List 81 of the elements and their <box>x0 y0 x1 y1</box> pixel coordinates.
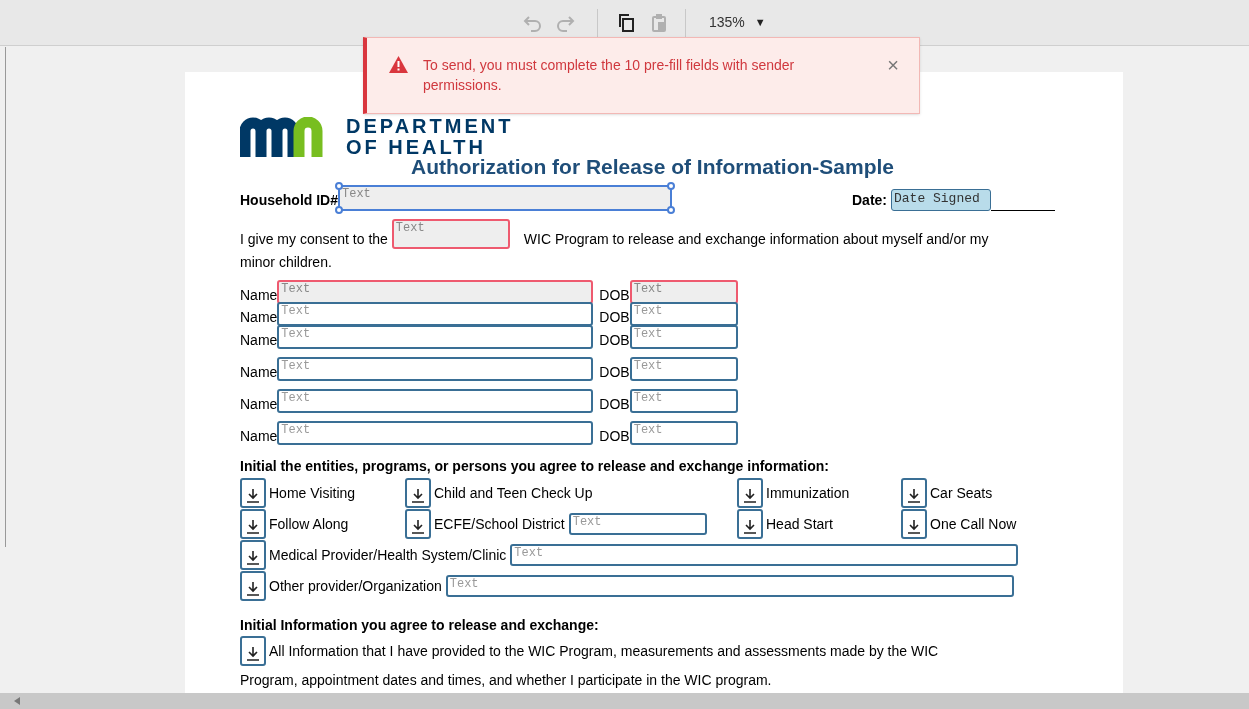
field-label: Name <box>240 286 278 304</box>
download-arrow-icon <box>246 646 260 662</box>
initial-field[interactable] <box>737 478 763 508</box>
section-heading: Initial the entities, programs, or persons you agree to release and exchange information: <box>240 458 829 474</box>
field-label: DOB <box>599 308 630 326</box>
warning-icon <box>389 56 408 73</box>
initial-field[interactable] <box>240 540 266 570</box>
initial-field[interactable] <box>405 478 431 508</box>
info-item-text: All Information that I have provided to the WIC Program, measurements and assessments made by the WIC <box>269 641 939 661</box>
text-field[interactable]: Text <box>629 357 738 381</box>
field-label: DOB <box>599 395 630 413</box>
entity-label: Immunization <box>766 483 850 503</box>
horizontal-scrollbar[interactable] <box>0 693 1249 709</box>
entity-label: Child and Teen Check Up <box>434 483 593 503</box>
consent-text: WIC Program to release and exchange information about myself and/or my <box>523 230 989 249</box>
text-field[interactable]: Text <box>445 575 1014 597</box>
initial-field[interactable] <box>737 509 763 539</box>
entity-label: Other provider/Organization <box>269 576 442 596</box>
consent-text: minor children. <box>240 254 332 270</box>
text-field[interactable]: Text <box>629 421 738 445</box>
field-label: Household ID# <box>240 191 338 210</box>
close-button[interactable]: × <box>887 55 899 75</box>
consent-text: I give my consent to the <box>240 230 388 249</box>
error-message: To send, you must complete the 10 pre-fill fields with sender permissions. <box>423 56 796 95</box>
download-arrow-icon <box>246 550 260 566</box>
zoom-level[interactable]: 135% <box>709 12 745 33</box>
text-field[interactable]: Text <box>510 544 1019 566</box>
download-arrow-icon <box>246 519 260 535</box>
initial-field[interactable] <box>240 571 266 601</box>
download-arrow-icon <box>246 488 260 504</box>
field-label: DOB <box>599 286 630 304</box>
initial-field[interactable] <box>240 478 266 508</box>
download-arrow-icon <box>907 519 921 535</box>
entity-label: One Call Now <box>930 514 1017 534</box>
text-field[interactable]: Text <box>629 302 738 326</box>
section-heading: Initial Information you agree to release and exchange: <box>240 616 599 633</box>
text-field[interactable]: Text <box>277 280 594 304</box>
text-field[interactable]: Text <box>277 389 594 413</box>
initial-field[interactable] <box>901 509 927 539</box>
scroll-left-arrow-icon[interactable] <box>14 697 20 705</box>
field-label: DOB <box>599 331 630 349</box>
text-field[interactable]: Text <box>391 219 510 249</box>
initial-field[interactable] <box>405 509 431 539</box>
field-label: DOB <box>599 363 630 381</box>
initial-field[interactable] <box>901 478 927 508</box>
text-field[interactable]: Text <box>629 325 738 349</box>
download-arrow-icon <box>907 488 921 504</box>
zoom-dropdown-caret[interactable]: ▼ <box>754 14 766 31</box>
text-field[interactable]: Text <box>629 280 738 304</box>
entity-label: Follow Along <box>269 514 349 534</box>
entity-label: Head Start <box>766 514 833 534</box>
date-field[interactable]: Date Signed <box>891 189 991 211</box>
text-field[interactable]: Text <box>338 185 672 211</box>
clipboard-icon[interactable] <box>651 12 667 33</box>
logo-text: DEPARTMENT <box>346 116 514 137</box>
field-label: Date: <box>852 191 887 210</box>
initial-field[interactable] <box>240 636 266 666</box>
text-field[interactable]: Text <box>277 325 594 349</box>
field-label: DOB <box>599 427 630 445</box>
download-arrow-icon <box>411 488 425 504</box>
info-item-text: Program, appointment dates and times, and whether I participate in the WIC program. <box>240 672 772 688</box>
entity-label: Home Visiting <box>269 483 356 503</box>
download-arrow-icon <box>743 488 757 504</box>
entity-label: ECFE/School District <box>434 514 565 534</box>
text-field[interactable]: Text <box>568 513 707 535</box>
field-label: Name <box>240 395 278 413</box>
initial-field[interactable] <box>240 509 266 539</box>
download-arrow-icon <box>411 519 425 535</box>
download-arrow-icon <box>743 519 757 535</box>
text-field[interactable]: Text <box>277 302 594 326</box>
field-label: Name <box>240 363 278 381</box>
text-field[interactable]: Text <box>629 389 738 413</box>
text-field[interactable]: Text <box>277 357 594 381</box>
entity-label: Car Seats <box>930 483 993 503</box>
field-label: Name <box>240 331 278 349</box>
field-label: Name <box>240 308 278 326</box>
copy-icon[interactable] <box>618 12 636 33</box>
download-arrow-icon <box>246 581 260 597</box>
text-field[interactable]: Text <box>277 421 594 445</box>
entity-label: Medical Provider/Health System/Clinic <box>269 545 507 565</box>
field-label: Name <box>240 427 278 445</box>
